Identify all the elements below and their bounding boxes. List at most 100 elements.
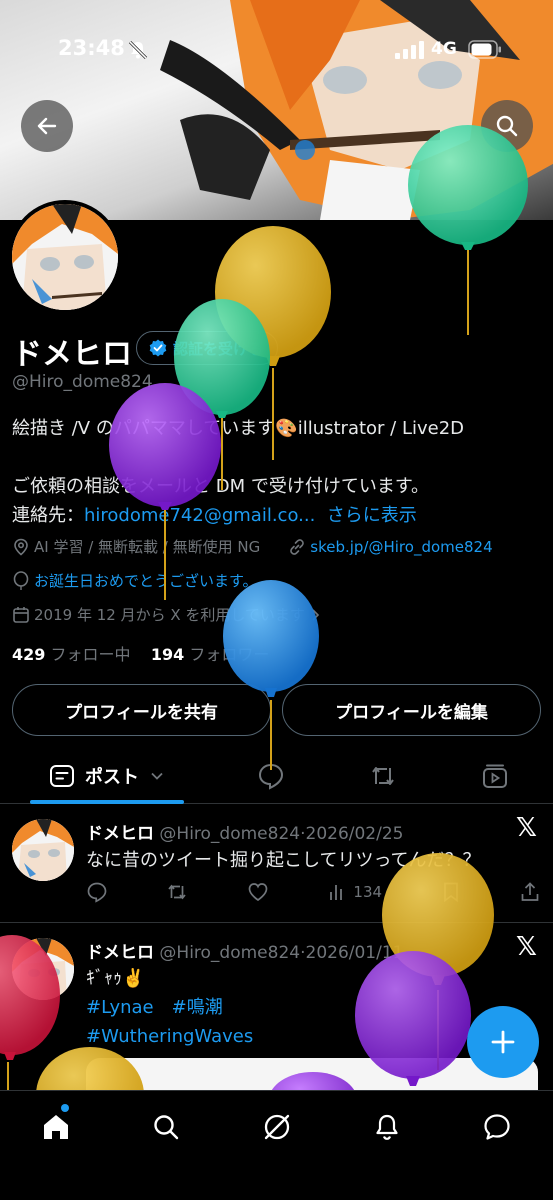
link-icon <box>290 538 305 555</box>
chevron-right-icon[interactable] <box>309 608 323 622</box>
view-count-value: 134 <box>353 883 383 901</box>
bio-line-3: 連絡先：hirodome742@gmail.co... さらに表示 <box>12 501 542 530</box>
post-body: ｷﾞｬｩ✌️ <box>86 968 145 989</box>
profile-handle: @Hiro_dome824 <box>12 372 153 392</box>
balloon-icon <box>13 570 29 590</box>
following-link[interactable]: 429 フォロー中 <box>12 645 131 664</box>
following-count: 429 <box>12 645 46 664</box>
share-profile-button[interactable]: プロフィールを共有 <box>12 684 271 736</box>
profile-bio: 絵描き /V のパパママしています🎨illustrator / Live2D ご… <box>12 414 542 530</box>
post-author-name[interactable]: ドメヒロ <box>86 824 154 844</box>
post-avatar[interactable] <box>12 938 74 1000</box>
get-verified-button[interactable]: 認証を受ける <box>136 331 279 365</box>
nav-explore[interactable] <box>146 1107 186 1147</box>
bell-icon <box>376 1114 398 1140</box>
home-icon <box>44 1115 68 1139</box>
repost-icon <box>372 767 394 785</box>
nav-messages[interactable] <box>477 1107 517 1147</box>
post-header: ドメヒロ @Hiro_dome824·2026/01/11 <box>86 943 404 963</box>
status-bar: 23:48 4G <box>0 0 553 100</box>
calendar-icon <box>13 606 29 623</box>
reply-icon[interactable] <box>86 881 108 903</box>
tab-posts-label: ポスト <box>85 767 139 788</box>
like-heart-icon[interactable] <box>247 881 269 903</box>
status-time: 23:48 <box>58 36 125 60</box>
grok-icon <box>264 1114 290 1140</box>
verified-badge-icon <box>149 339 167 357</box>
search-icon <box>496 115 518 137</box>
search-icon <box>154 1115 179 1140</box>
post-date[interactable]: 2026/02/25 <box>306 824 404 844</box>
chat-bubble-icon <box>484 1114 510 1140</box>
video-icon <box>483 764 507 788</box>
follow-counts: 429 フォロー中 194 フォロワー <box>12 641 269 665</box>
search-button[interactable] <box>481 100 533 152</box>
avatar-illustration <box>12 938 74 1000</box>
post-text: ｷﾞｬｩ✌️ #Lynae #鳴潮 #WutheringWaves <box>86 964 253 1051</box>
view-count[interactable]: 134 <box>327 882 382 902</box>
compose-post-button[interactable] <box>467 1006 539 1078</box>
following-label: フォロー中 <box>50 645 131 664</box>
post-hashtags-1[interactable]: #Lynae #鳴潮 <box>86 993 253 1022</box>
repost-icon[interactable] <box>166 881 188 903</box>
contact-email-link[interactable]: hirodome742@gmail.co... <box>84 505 315 526</box>
show-more-link[interactable]: さらに表示 <box>327 505 417 526</box>
post-header: ドメヒロ @Hiro_dome824·2026/02/25 <box>86 824 404 844</box>
post-author-handle[interactable]: @Hiro_dome824 <box>159 824 300 844</box>
followers-link[interactable]: 194 フォロワー <box>151 645 270 664</box>
contact-label: 連絡先： <box>12 505 84 526</box>
tab-replies[interactable] <box>246 748 296 804</box>
profile-meta-row-2: お誕生日おめでとうございます。 <box>12 570 258 591</box>
signal-icon <box>395 41 424 59</box>
home-notification-dot <box>61 1104 69 1112</box>
bookmark-icon[interactable] <box>441 881 461 903</box>
nav-grok[interactable] <box>257 1107 297 1147</box>
back-button[interactable] <box>21 100 73 152</box>
post-author-name[interactable]: ドメヒロ <box>86 943 154 963</box>
joined-date: 2019 年 12 月から X を利用しています <box>34 606 305 624</box>
followers-label: フォロワー <box>189 645 270 664</box>
edit-profile-button[interactable]: プロフィールを編集 <box>282 684 541 736</box>
nav-home[interactable] <box>36 1107 76 1147</box>
avatar-illustration <box>12 204 118 310</box>
bio-line-2: ご依頼の相談をメールと DM で受け付けています。 <box>12 476 430 497</box>
profile-meta-row-3: 2019 年 12 月から X を利用しています <box>12 604 323 625</box>
nav-notifications[interactable] <box>367 1107 407 1147</box>
bell-muted-icon <box>128 40 148 60</box>
location-pin-icon <box>14 538 28 556</box>
post-text: なに昔のツイート掘り起こしてリツってんだ？？ <box>86 850 481 871</box>
post-hashtags-2[interactable]: #WutheringWaves <box>86 1022 253 1051</box>
arrow-left-icon <box>37 117 57 135</box>
display-name: ドメヒロ <box>12 337 132 372</box>
battery-icon <box>468 40 501 59</box>
x-logo-icon: 𝕏 <box>516 813 537 843</box>
tab-media[interactable] <box>470 748 520 804</box>
tab-posts[interactable]: ポスト <box>30 748 184 804</box>
profile-notice: AI 学習 / 無断転載 / 無断使用 NG <box>34 538 261 556</box>
network-type: 4G <box>431 39 457 59</box>
post-list-icon <box>50 765 74 787</box>
active-tab-indicator <box>30 800 184 804</box>
post-date[interactable]: 2026/01/11 <box>306 943 404 963</box>
bio-line-1: 絵描き /V のパパママしています🎨illustrator / Live2D <box>12 418 465 439</box>
profile-tabs: ポスト <box>0 748 553 804</box>
share-icon[interactable] <box>519 881 541 903</box>
bottom-navigation <box>0 1090 553 1200</box>
post-item[interactable]: ドメヒロ @Hiro_dome824·2026/02/25 𝕏 なに昔のツイート… <box>0 805 553 923</box>
profile-avatar[interactable] <box>8 200 122 314</box>
followers-count: 194 <box>150 645 185 664</box>
post-actions: 134 <box>86 881 541 903</box>
post-avatar[interactable] <box>12 819 74 881</box>
views-chart-icon <box>330 885 343 900</box>
post-author-handle[interactable]: @Hiro_dome824 <box>159 943 300 963</box>
chevron-down-icon <box>151 772 163 780</box>
plus-icon <box>491 1030 515 1054</box>
avatar-illustration <box>12 819 74 881</box>
website-link[interactable]: skeb.jp/@Hiro_dome824 <box>310 538 492 556</box>
reply-bubble-icon <box>258 763 284 790</box>
x-logo-icon: 𝕏 <box>516 932 537 962</box>
profile-meta-row-1: AI 学習 / 無断転載 / 無断使用 NG skeb.jp/@Hiro_dom… <box>12 536 493 557</box>
get-verified-label: 認証を受ける <box>173 339 264 358</box>
birthday-text: お誕生日おめでとうございます。 <box>34 572 258 590</box>
tab-reposts[interactable] <box>358 748 408 804</box>
